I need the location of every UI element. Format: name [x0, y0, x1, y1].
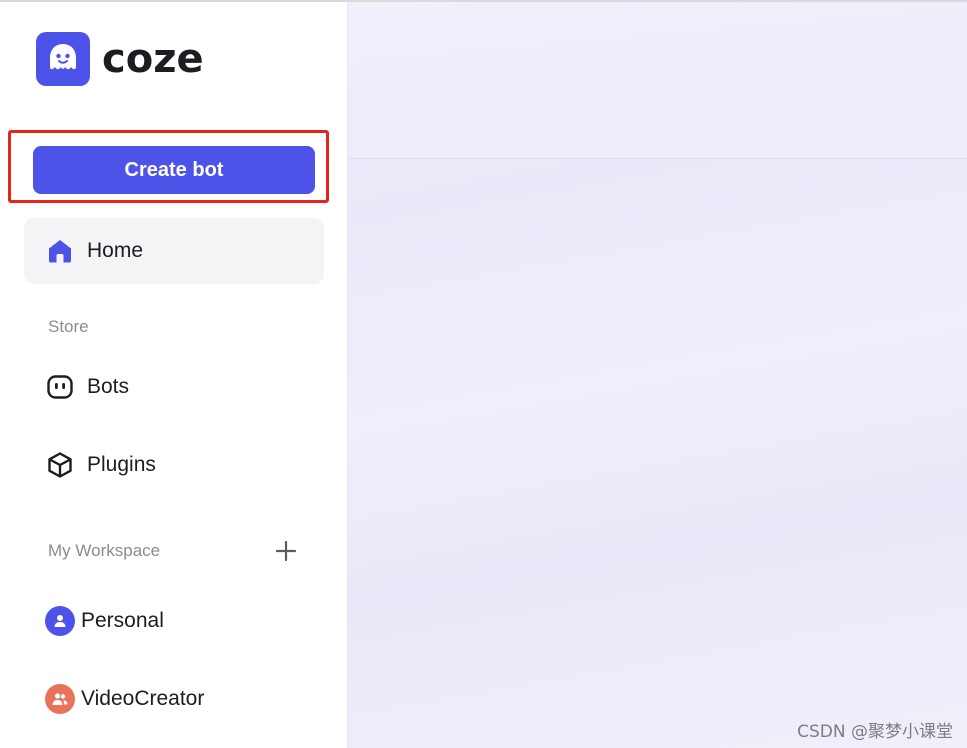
nav-item-bots[interactable]: Bots	[24, 359, 324, 415]
workspace-item-videocreator[interactable]: VideoCreator	[24, 671, 324, 727]
watermark: CSDN @聚梦小课堂	[797, 722, 953, 742]
nav-item-label: Plugins	[87, 453, 156, 476]
user-icon	[45, 606, 75, 636]
workspace-item-label: Personal	[81, 609, 164, 632]
sidebar: coze Create bot Home Store Bots Plugins …	[0, 0, 348, 748]
nav-item-home[interactable]: Home	[24, 218, 324, 284]
brand-name: coze	[102, 36, 204, 82]
store-section-label: Store	[48, 317, 89, 336]
coze-ghost-logo-icon	[36, 32, 90, 86]
workspace-item-personal[interactable]: Personal	[24, 593, 324, 649]
main-content-area: CSDN @聚梦小课堂	[348, 2, 967, 748]
nav-item-label: Bots	[87, 375, 130, 398]
cube-icon	[46, 451, 74, 479]
top-border	[0, 0, 967, 2]
nav-item-plugins[interactable]: Plugins	[24, 437, 324, 493]
workspace-item-label: VideoCreator	[81, 687, 205, 710]
brand-logo[interactable]: coze	[36, 32, 204, 86]
nav-item-label: Home	[87, 239, 144, 262]
home-icon	[46, 237, 74, 265]
main-header	[348, 2, 967, 159]
group-icon	[45, 684, 75, 714]
plus-icon[interactable]	[272, 537, 300, 565]
create-bot-button[interactable]: Create bot	[33, 146, 315, 194]
bot-face-icon	[46, 373, 74, 401]
workspace-section-label: My Workspace	[48, 541, 161, 560]
